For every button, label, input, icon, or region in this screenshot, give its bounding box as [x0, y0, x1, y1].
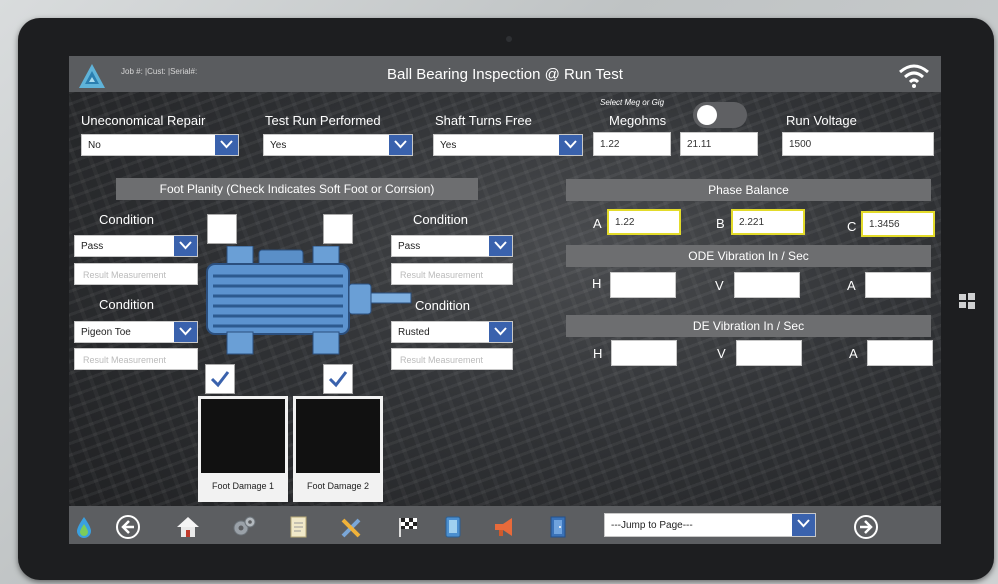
- tools-icon[interactable]: [339, 514, 365, 540]
- test-run-performed-label: Test Run Performed: [265, 113, 381, 128]
- phone-tablet-icon[interactable]: [441, 514, 467, 540]
- checkered-flag-icon[interactable]: [395, 514, 421, 540]
- shaft-turns-free-select[interactable]: Yes: [433, 134, 583, 156]
- meg-gig-toggle-label: Select Meg or Gig: [600, 98, 665, 107]
- document-icon[interactable]: [285, 514, 311, 540]
- uneconomical-repair-label: Uneconomical Repair: [81, 113, 206, 128]
- app-screen: Job #: |Cust: |Serial#: Ball Bearing Ins…: [69, 56, 941, 544]
- megohms-input-2[interactable]: 21.11: [680, 132, 758, 156]
- ode-v-label: V: [715, 278, 724, 293]
- chevron-down-icon[interactable]: [174, 236, 197, 256]
- back-icon[interactable]: [115, 514, 141, 540]
- phase-c-input[interactable]: 1.3456: [861, 211, 935, 237]
- megaphone-icon[interactable]: [491, 514, 517, 540]
- foot-damage-1-photo[interactable]: Foot Damage 1: [198, 396, 288, 502]
- phase-b-value: 2.221: [739, 217, 765, 228]
- motor-icon: [206, 246, 412, 355]
- chevron-down-icon[interactable]: [389, 135, 412, 155]
- windows-icon[interactable]: [958, 292, 976, 310]
- phase-c-label: C: [847, 219, 857, 234]
- phase-a-label: A: [593, 216, 602, 231]
- chevron-down-icon[interactable]: [489, 322, 512, 342]
- megohms-value-1: 1.22: [600, 139, 620, 150]
- megohms-value-2: 21.11: [687, 139, 712, 150]
- soft-foot-checkbox-top-left[interactable]: [207, 214, 237, 244]
- shaft-turns-free-label: Shaft Turns Free: [435, 113, 532, 128]
- jump-to-page-value: ---Jump to Page---: [611, 520, 693, 531]
- de-h-input[interactable]: [611, 340, 677, 366]
- soft-foot-checkbox-bottom-left[interactable]: [205, 364, 235, 394]
- condition-value-top-left: Pass: [81, 241, 104, 252]
- gears-icon[interactable]: [231, 514, 257, 540]
- condition-value-bottom-left: Pigeon Toe: [81, 327, 131, 338]
- foot-damage-2-photo[interactable]: Foot Damage 2: [293, 396, 383, 502]
- phase-c-value: 1.3456: [869, 219, 900, 230]
- phase-a-input[interactable]: 1.22: [607, 209, 681, 235]
- de-v-input[interactable]: [736, 340, 802, 366]
- condition-select-top-left[interactable]: Pass: [74, 235, 198, 257]
- chevron-down-icon[interactable]: [174, 322, 197, 342]
- toggle-knob: [697, 105, 717, 125]
- forward-icon[interactable]: [853, 514, 879, 540]
- de-v-label: V: [717, 346, 726, 361]
- home-icon[interactable]: [175, 514, 201, 540]
- phase-a-value: 1.22: [615, 217, 635, 228]
- meg-gig-toggle[interactable]: [693, 102, 747, 128]
- foot-damage-2-caption: Foot Damage 2: [296, 473, 380, 499]
- phase-balance-heading: Phase Balance: [566, 179, 931, 201]
- jump-to-page-select[interactable]: ---Jump to Page---: [604, 513, 816, 537]
- megohms-input-1[interactable]: 1.22: [593, 132, 671, 156]
- foot-planity-heading: Foot Planity (Check Indicates Soft Foot …: [116, 178, 478, 200]
- ode-a-input[interactable]: [865, 272, 931, 298]
- test-run-performed-value: Yes: [270, 140, 287, 151]
- chevron-down-icon[interactable]: [559, 135, 582, 155]
- condition-label-top-left: Condition: [99, 212, 154, 227]
- exit-door-icon[interactable]: [545, 514, 571, 540]
- camera-icon: [506, 36, 512, 42]
- result-measurement-top-left[interactable]: Result Measurement: [74, 263, 198, 285]
- soft-foot-checkbox-top-right[interactable]: [323, 214, 353, 244]
- page-title: Ball Bearing Inspection @ Run Test: [387, 66, 623, 83]
- condition-label-bottom-right: Condition: [415, 298, 470, 313]
- foot-damage-1-caption: Foot Damage 1: [201, 473, 285, 499]
- result-placeholder: Result Measurement: [83, 355, 167, 365]
- uneconomical-repair-value: No: [88, 140, 101, 151]
- phase-b-label: B: [716, 216, 725, 231]
- result-placeholder: Result Measurement: [83, 270, 167, 280]
- soft-foot-checkbox-bottom-right[interactable]: [323, 364, 353, 394]
- ode-vibration-heading: ODE Vibration In / Sec: [566, 245, 931, 267]
- de-a-label: A: [849, 346, 858, 361]
- ode-v-input[interactable]: [734, 272, 800, 298]
- condition-select-bottom-left[interactable]: Pigeon Toe: [74, 321, 198, 343]
- ode-h-label: H: [592, 276, 602, 291]
- run-voltage-input[interactable]: 1500: [782, 132, 934, 156]
- phase-b-input[interactable]: 2.221: [731, 209, 805, 235]
- de-h-label: H: [593, 346, 603, 361]
- run-voltage-value: 1500: [789, 139, 812, 150]
- droplet-icon[interactable]: [71, 514, 97, 540]
- checkmark-icon: [328, 371, 348, 388]
- checkmark-icon: [210, 371, 230, 388]
- run-voltage-label: Run Voltage: [786, 113, 857, 128]
- condition-label-top-right: Condition: [413, 212, 468, 227]
- chevron-down-icon[interactable]: [489, 236, 512, 256]
- uneconomical-repair-select[interactable]: No: [81, 134, 239, 156]
- result-measurement-bottom-left[interactable]: Result Measurement: [74, 348, 198, 370]
- chevron-down-icon[interactable]: [792, 514, 815, 536]
- shaft-turns-free-value: Yes: [440, 140, 457, 151]
- de-a-input[interactable]: [867, 340, 933, 366]
- ode-h-input[interactable]: [610, 272, 676, 298]
- megohms-label: Megohms: [609, 113, 667, 128]
- test-run-performed-select[interactable]: Yes: [263, 134, 413, 156]
- wifi-icon: [899, 64, 929, 88]
- condition-label-bottom-left: Condition: [99, 297, 154, 312]
- chevron-down-icon[interactable]: [215, 135, 238, 155]
- ode-a-label: A: [847, 278, 856, 293]
- de-vibration-heading: DE Vibration In / Sec: [566, 315, 931, 337]
